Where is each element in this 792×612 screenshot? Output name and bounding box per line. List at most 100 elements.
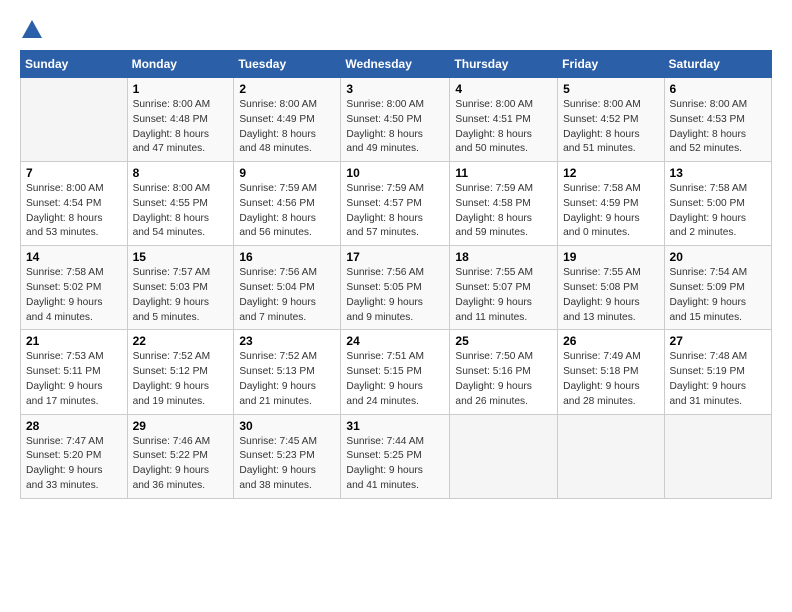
day-number: 2 xyxy=(239,82,335,96)
day-number: 9 xyxy=(239,166,335,180)
day-info: Sunrise: 8:00 AMSunset: 4:50 PMDaylight:… xyxy=(346,98,444,157)
day-info: Sunrise: 7:44 AMSunset: 5:25 PMDaylight:… xyxy=(346,435,444,494)
calendar-cell: 16 Sunrise: 7:56 AMSunset: 5:04 PMDayligh… xyxy=(234,246,341,330)
week-row-5: 28 Sunrise: 7:47 AMSunset: 5:20 PMDayligh… xyxy=(21,414,772,498)
calendar-cell: 2 Sunrise: 8:00 AMSunset: 4:49 PMDaylight… xyxy=(234,78,341,162)
day-info: Sunrise: 8:00 AMSunset: 4:48 PMDaylight:… xyxy=(133,98,229,157)
week-row-1: 1 Sunrise: 8:00 AMSunset: 4:48 PMDaylight… xyxy=(21,78,772,162)
calendar-cell: 4 Sunrise: 8:00 AMSunset: 4:51 PMDaylight… xyxy=(450,78,558,162)
calendar-cell xyxy=(664,414,771,498)
day-info: Sunrise: 8:00 AMSunset: 4:55 PMDaylight:… xyxy=(133,182,229,241)
day-info: Sunrise: 7:58 AMSunset: 4:59 PMDaylight:… xyxy=(563,182,658,241)
calendar-table: SundayMondayTuesdayWednesdayThursdayFrid… xyxy=(20,50,772,499)
week-row-4: 21 Sunrise: 7:53 AMSunset: 5:11 PMDayligh… xyxy=(21,330,772,414)
day-info: Sunrise: 7:54 AMSunset: 5:09 PMDaylight:… xyxy=(670,266,766,325)
day-number: 25 xyxy=(455,334,552,348)
day-number: 6 xyxy=(670,82,766,96)
day-number: 4 xyxy=(455,82,552,96)
calendar-cell: 8Sunrise: 8:00 AMSunset: 4:55 PMDaylight… xyxy=(127,162,234,246)
day-number: 19 xyxy=(563,250,658,264)
calendar-cell: 13Sunrise: 7:58 AMSunset: 5:00 PMDayligh… xyxy=(664,162,771,246)
day-number: 22 xyxy=(133,334,229,348)
day-info: Sunrise: 7:56 AMSunset: 5:04 PMDaylight:… xyxy=(239,266,335,325)
day-info: Sunrise: 8:00 AMSunset: 4:49 PMDaylight:… xyxy=(239,98,335,157)
day-number: 11 xyxy=(455,166,552,180)
day-number: 26 xyxy=(563,334,658,348)
day-info: Sunrise: 7:57 AMSunset: 5:03 PMDaylight:… xyxy=(133,266,229,325)
day-number: 16 xyxy=(239,250,335,264)
day-number: 18 xyxy=(455,250,552,264)
day-info: Sunrise: 7:52 AMSunset: 5:13 PMDaylight:… xyxy=(239,350,335,409)
day-info: Sunrise: 8:00 AMSunset: 4:51 PMDaylight:… xyxy=(455,98,552,157)
calendar-cell: 29Sunrise: 7:46 AMSunset: 5:22 PMDayligh… xyxy=(127,414,234,498)
day-number: 1 xyxy=(133,82,229,96)
calendar-cell: 30 Sunrise: 7:45 AMSunset: 5:23 PMDayligh… xyxy=(234,414,341,498)
calendar-cell: 25 Sunrise: 7:50 AMSunset: 5:16 PMDayligh… xyxy=(450,330,558,414)
calendar-cell: 22 Sunrise: 7:52 AMSunset: 5:12 PMDayligh… xyxy=(127,330,234,414)
calendar-cell xyxy=(558,414,664,498)
calendar-cell: 19Sunrise: 7:55 AMSunset: 5:08 PMDayligh… xyxy=(558,246,664,330)
day-info: Sunrise: 7:52 AMSunset: 5:12 PMDaylight:… xyxy=(133,350,229,409)
day-number: 31 xyxy=(346,419,444,433)
week-row-2: 7Sunrise: 8:00 AMSunset: 4:54 PMDaylight… xyxy=(21,162,772,246)
calendar-cell: 7Sunrise: 8:00 AMSunset: 4:54 PMDaylight… xyxy=(21,162,128,246)
header xyxy=(20,20,772,38)
day-number: 12 xyxy=(563,166,658,180)
calendar-cell: 21 Sunrise: 7:53 AMSunset: 5:11 PMDayligh… xyxy=(21,330,128,414)
day-info: Sunrise: 8:00 AMSunset: 4:53 PMDaylight:… xyxy=(670,98,766,157)
day-info: Sunrise: 7:59 AMSunset: 4:56 PMDaylight:… xyxy=(239,182,335,241)
calendar-cell xyxy=(450,414,558,498)
calendar-cell: 3Sunrise: 8:00 AMSunset: 4:50 PMDaylight… xyxy=(341,78,450,162)
day-info: Sunrise: 7:58 AMSunset: 5:02 PMDaylight:… xyxy=(26,266,122,325)
weekday-header-row: SundayMondayTuesdayWednesdayThursdayFrid… xyxy=(21,51,772,78)
calendar-cell: 24 Sunrise: 7:51 AMSunset: 5:15 PMDayligh… xyxy=(341,330,450,414)
day-number: 28 xyxy=(26,419,122,433)
day-number: 29 xyxy=(133,419,229,433)
calendar-cell: 5 Sunrise: 8:00 AMSunset: 4:52 PMDaylight… xyxy=(558,78,664,162)
day-info: Sunrise: 7:48 AMSunset: 5:19 PMDaylight:… xyxy=(670,350,766,409)
weekday-tuesday: Tuesday xyxy=(234,51,341,78)
logo xyxy=(20,20,42,38)
day-info: Sunrise: 7:56 AMSunset: 5:05 PMDaylight:… xyxy=(346,266,444,325)
calendar-cell: 6 Sunrise: 8:00 AMSunset: 4:53 PMDaylight… xyxy=(664,78,771,162)
calendar-cell: 17 Sunrise: 7:56 AMSunset: 5:05 PMDayligh… xyxy=(341,246,450,330)
day-info: Sunrise: 7:53 AMSunset: 5:11 PMDaylight:… xyxy=(26,350,122,409)
calendar-cell: 10 Sunrise: 7:59 AMSunset: 4:57 PMDayligh… xyxy=(341,162,450,246)
day-info: Sunrise: 8:00 AMSunset: 4:52 PMDaylight:… xyxy=(563,98,658,157)
calendar-cell: 26 Sunrise: 7:49 AMSunset: 5:18 PMDayligh… xyxy=(558,330,664,414)
day-number: 30 xyxy=(239,419,335,433)
calendar-cell: 9 Sunrise: 7:59 AMSunset: 4:56 PMDaylight… xyxy=(234,162,341,246)
weekday-saturday: Saturday xyxy=(664,51,771,78)
calendar-cell: 1 Sunrise: 8:00 AMSunset: 4:48 PMDaylight… xyxy=(127,78,234,162)
day-info: Sunrise: 7:51 AMSunset: 5:15 PMDaylight:… xyxy=(346,350,444,409)
weekday-wednesday: Wednesday xyxy=(341,51,450,78)
weekday-sunday: Sunday xyxy=(21,51,128,78)
day-number: 20 xyxy=(670,250,766,264)
day-info: Sunrise: 7:50 AMSunset: 5:16 PMDaylight:… xyxy=(455,350,552,409)
day-number: 21 xyxy=(26,334,122,348)
day-info: Sunrise: 7:58 AMSunset: 5:00 PMDaylight:… xyxy=(670,182,766,241)
day-number: 5 xyxy=(563,82,658,96)
day-info: Sunrise: 7:49 AMSunset: 5:18 PMDaylight:… xyxy=(563,350,658,409)
calendar-cell: 31 Sunrise: 7:44 AMSunset: 5:25 PMDayligh… xyxy=(341,414,450,498)
day-number: 15 xyxy=(133,250,229,264)
day-number: 27 xyxy=(670,334,766,348)
day-number: 24 xyxy=(346,334,444,348)
weekday-monday: Monday xyxy=(127,51,234,78)
day-info: Sunrise: 7:45 AMSunset: 5:23 PMDaylight:… xyxy=(239,435,335,494)
calendar-cell: 23 Sunrise: 7:52 AMSunset: 5:13 PMDayligh… xyxy=(234,330,341,414)
day-number: 10 xyxy=(346,166,444,180)
logo-icon xyxy=(22,20,42,38)
calendar-cell: 15 Sunrise: 7:57 AMSunset: 5:03 PMDayligh… xyxy=(127,246,234,330)
week-row-3: 14 Sunrise: 7:58 AMSunset: 5:02 PMDayligh… xyxy=(21,246,772,330)
weekday-friday: Friday xyxy=(558,51,664,78)
day-info: Sunrise: 7:47 AMSunset: 5:20 PMDaylight:… xyxy=(26,435,122,494)
day-number: 14 xyxy=(26,250,122,264)
calendar-cell: 18Sunrise: 7:55 AMSunset: 5:07 PMDayligh… xyxy=(450,246,558,330)
day-number: 17 xyxy=(346,250,444,264)
day-info: Sunrise: 7:59 AMSunset: 4:57 PMDaylight:… xyxy=(346,182,444,241)
weekday-thursday: Thursday xyxy=(450,51,558,78)
day-number: 23 xyxy=(239,334,335,348)
day-info: Sunrise: 8:00 AMSunset: 4:54 PMDaylight:… xyxy=(26,182,122,241)
calendar-cell: 12 Sunrise: 7:58 AMSunset: 4:59 PMDayligh… xyxy=(558,162,664,246)
